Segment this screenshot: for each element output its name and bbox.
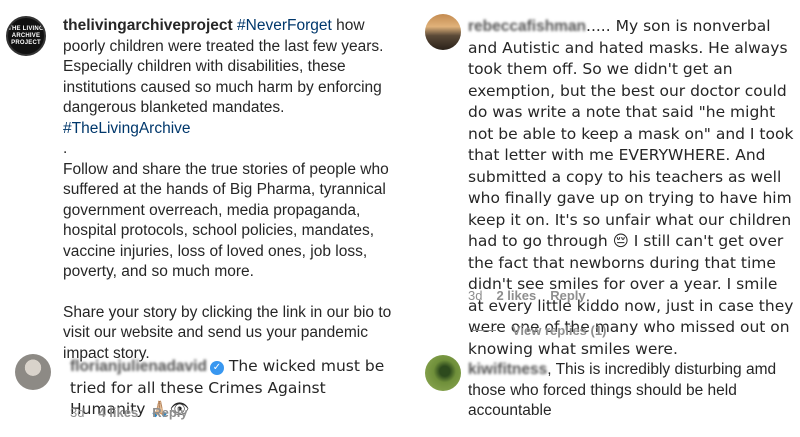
comment-meta: 3d 4 likes Reply <box>70 405 188 420</box>
hashtag-never-forget[interactable]: #NeverForget <box>237 17 332 34</box>
view-replies-label[interactable]: View replies (1) <box>512 323 606 338</box>
comment-time: 3d <box>70 405 85 420</box>
brand-avatar[interactable]: THE LIVING ARCHIVE PROJECT <box>6 16 46 56</box>
hashtag-the-living-archive[interactable]: #TheLivingArchive <box>63 119 408 140</box>
comment-likes[interactable]: 4 likes <box>98 405 138 420</box>
comment-username[interactable]: florianjulienadavid <box>70 358 207 375</box>
comment-reply-button[interactable]: Reply <box>152 405 187 420</box>
caption-dot: . <box>63 140 68 157</box>
view-replies-button[interactable]: View replies (1) <box>472 323 606 338</box>
verified-icon: ✓ <box>209 361 224 375</box>
caption-text-2: Follow and share the true stories of peo… <box>63 160 389 281</box>
comment-text: ..... My son is nonverbal and Autistic a… <box>468 17 794 358</box>
brand-logo-text: THE LIVING ARCHIVE PROJECT <box>8 25 44 46</box>
comment-reply-button[interactable]: Reply <box>550 288 585 303</box>
view-replies-line <box>472 330 496 331</box>
caption-text-3: Share your story by clicking the link in… <box>63 303 392 362</box>
comment-username[interactable]: kiwifitness <box>468 361 547 378</box>
comment-time: 3d <box>468 288 483 303</box>
comment-meta: 3d 2 likes Reply <box>468 288 586 303</box>
commenter-avatar[interactable] <box>15 354 51 390</box>
commenter-avatar[interactable] <box>425 355 461 391</box>
commenter-avatar[interactable] <box>425 14 461 50</box>
comment-username[interactable]: rebeccafishman <box>468 18 586 35</box>
comment-2: rebeccafishman..... My son is nonverbal … <box>468 16 796 360</box>
comment-likes[interactable]: 2 likes <box>496 288 536 303</box>
post-username[interactable]: thelivingarchiveproject <box>63 17 233 34</box>
post-caption: thelivingarchiveproject #NeverForget how… <box>63 16 408 364</box>
comment-3: kiwifitness, This is incredibly disturbi… <box>468 360 788 422</box>
